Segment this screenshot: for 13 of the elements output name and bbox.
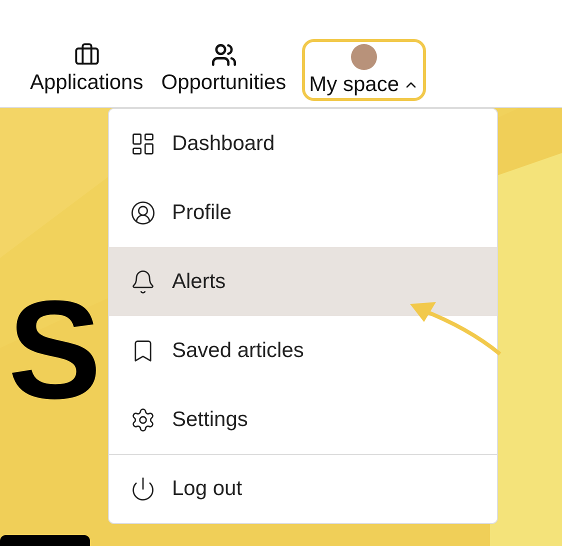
nav-tab[interactable]: Applications xyxy=(28,42,146,93)
avatar-icon xyxy=(351,44,378,70)
profile-icon xyxy=(130,200,156,226)
hero-heading: S xyxy=(8,280,102,420)
menu-item[interactable]: Log out xyxy=(109,454,497,523)
people-icon xyxy=(210,42,237,68)
power-icon xyxy=(130,476,156,502)
settings-icon xyxy=(130,406,156,432)
bell-icon xyxy=(130,268,156,294)
nav-tab[interactable]: My space xyxy=(302,39,426,101)
menu-item[interactable]: Alerts xyxy=(109,247,497,316)
nav-tab[interactable]: Opportunities xyxy=(159,42,288,93)
dashboard-icon xyxy=(130,130,156,156)
